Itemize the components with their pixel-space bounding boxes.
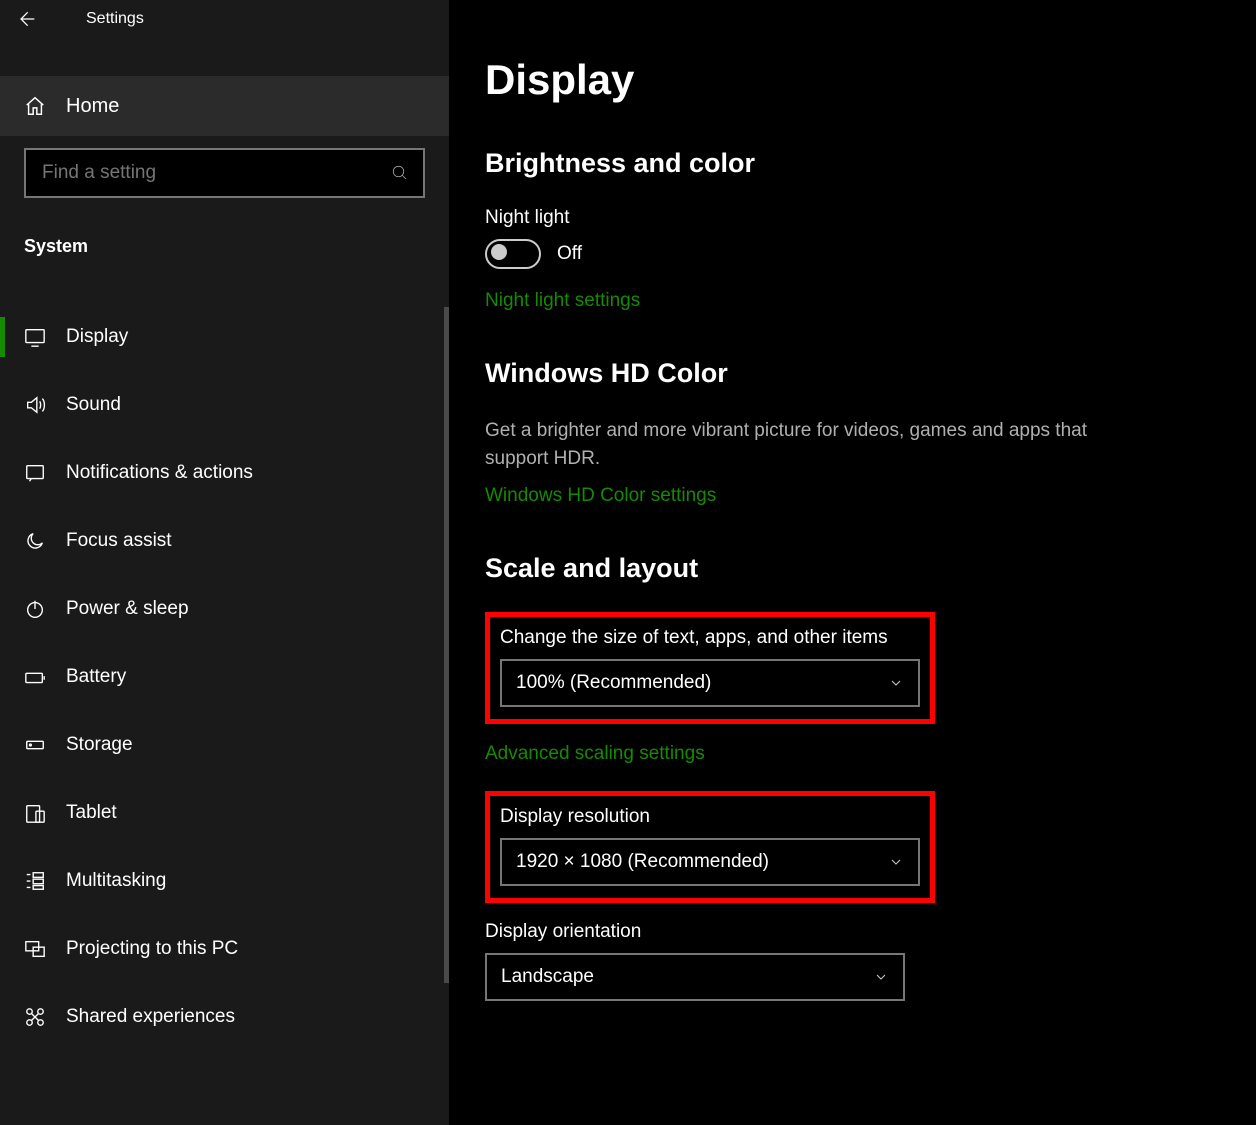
advanced-scaling-link[interactable]: Advanced scaling settings	[485, 743, 705, 765]
sidebar-item-label: Battery	[66, 666, 126, 688]
highlight-resolution: Display resolution 1920 × 1080 (Recommen…	[485, 791, 935, 903]
section-title: Scale and layout	[485, 553, 1216, 584]
orientation-label: Display orientation	[485, 921, 1216, 943]
sidebar-item-power[interactable]: Power & sleep	[0, 575, 449, 643]
chevron-down-icon	[873, 969, 889, 985]
section-scale: Scale and layout Change the size of text…	[485, 553, 1216, 1001]
battery-icon	[24, 666, 46, 688]
sidebar-item-focus[interactable]: Focus assist	[0, 507, 449, 575]
sidebar-item-notifications[interactable]: Notifications & actions	[0, 439, 449, 507]
tablet-icon	[24, 802, 46, 824]
search-input[interactable]	[40, 161, 391, 185]
home-icon	[24, 95, 46, 117]
search-wrap	[24, 148, 425, 198]
storage-icon	[24, 734, 46, 756]
back-button[interactable]	[0, 4, 52, 34]
sidebar-item-battery[interactable]: Battery	[0, 643, 449, 711]
night-light-toggle[interactable]	[485, 239, 541, 269]
projecting-icon	[24, 938, 46, 960]
highlight-scale: Change the size of text, apps, and other…	[485, 612, 935, 724]
resolution-combobox[interactable]: 1920 × 1080 (Recommended)	[500, 838, 920, 886]
sidebar-item-shared[interactable]: Shared experiences	[0, 983, 449, 1051]
sidebar-item-label: Storage	[66, 734, 133, 756]
sidebar-item-multitasking[interactable]: Multitasking	[0, 847, 449, 915]
sidebar-item-label: Projecting to this PC	[66, 938, 238, 960]
hdcolor-description: Get a brighter and more vibrant picture …	[485, 417, 1125, 472]
sidebar-item-label: Focus assist	[66, 530, 172, 552]
page-title: Display	[485, 56, 1216, 104]
section-title: Windows HD Color	[485, 358, 1216, 389]
sidebar-item-label: Sound	[66, 394, 121, 416]
toggle-state-text: Off	[557, 243, 582, 265]
titlebar: Settings	[0, 0, 449, 34]
section-brightness: Brightness and color Night light Off Nig…	[485, 148, 1216, 312]
orientation-value: Landscape	[501, 966, 594, 988]
sidebar-item-label: Shared experiences	[66, 1006, 235, 1028]
toggle-knob	[491, 244, 507, 260]
sidebar-item-label: Display	[66, 326, 128, 348]
resolution-value: 1920 × 1080 (Recommended)	[516, 851, 769, 873]
search-box[interactable]	[24, 148, 425, 198]
hdcolor-settings-link[interactable]: Windows HD Color settings	[485, 485, 716, 507]
orientation-combobox[interactable]: Landscape	[485, 953, 905, 1001]
section-title: Brightness and color	[485, 148, 1216, 179]
shared-icon	[24, 1006, 46, 1028]
section-hdcolor: Windows HD Color Get a brighter and more…	[485, 358, 1216, 507]
scale-value: 100% (Recommended)	[516, 672, 711, 694]
moon-icon	[24, 530, 46, 552]
back-arrow-icon	[16, 9, 36, 29]
night-light-settings-link[interactable]: Night light settings	[485, 290, 640, 312]
sidebar-item-label: Notifications & actions	[66, 462, 253, 484]
resolution-label: Display resolution	[500, 806, 920, 828]
chevron-down-icon	[888, 675, 904, 691]
category-label: System	[24, 236, 449, 257]
sidebar-item-storage[interactable]: Storage	[0, 711, 449, 779]
scale-label: Change the size of text, apps, and other…	[500, 627, 920, 649]
home-item[interactable]: Home	[0, 76, 449, 136]
chevron-down-icon	[888, 854, 904, 870]
sidebar-item-sound[interactable]: Sound	[0, 371, 449, 439]
sidebar-item-label: Tablet	[66, 802, 117, 824]
nav-list: Display Sound Notifications & actions Fo…	[0, 303, 449, 1051]
power-icon	[24, 598, 46, 620]
night-light-toggle-row: Off	[485, 239, 1216, 269]
search-icon	[391, 164, 409, 182]
orientation-group: Display orientation Landscape	[485, 921, 1216, 1001]
home-label: Home	[66, 95, 119, 118]
display-icon	[24, 326, 46, 348]
notifications-icon	[24, 462, 46, 484]
sidebar-item-projecting[interactable]: Projecting to this PC	[0, 915, 449, 983]
sound-icon	[24, 394, 46, 416]
sidebar-item-display[interactable]: Display	[0, 303, 449, 371]
sidebar-item-label: Power & sleep	[66, 598, 189, 620]
multitasking-icon	[24, 870, 46, 892]
sidebar-item-label: Multitasking	[66, 870, 166, 892]
app-title: Settings	[52, 10, 144, 28]
sidebar-item-tablet[interactable]: Tablet	[0, 779, 449, 847]
settings-sidebar: Settings Home System Display Sound Notif…	[0, 0, 449, 1125]
night-light-label: Night light	[485, 207, 1216, 229]
content-pane: Display Brightness and color Night light…	[449, 0, 1256, 1125]
scale-combobox[interactable]: 100% (Recommended)	[500, 659, 920, 707]
